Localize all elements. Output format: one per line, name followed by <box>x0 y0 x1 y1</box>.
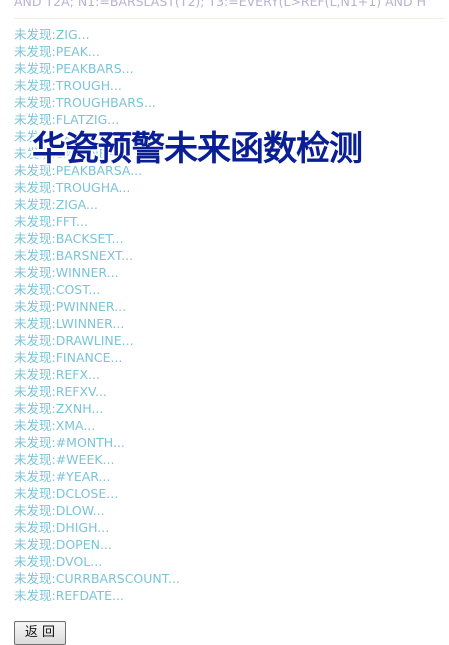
result-item: 未发现:TROUGH... <box>14 78 122 93</box>
result-item: 未发现:DVOL... <box>14 554 103 569</box>
result-item: 未发现:DLOW... <box>14 503 105 518</box>
result-item: 未发现:#YEAR... <box>14 469 111 484</box>
result-item: 未发现:ZIGA... <box>14 197 98 212</box>
divider <box>14 18 444 19</box>
result-item: 未发现:XMA... <box>14 418 96 433</box>
result-item: 未发现:REFXV... <box>14 384 107 399</box>
result-item: 未发现:REFX... <box>14 367 100 382</box>
result-item: 未发现:FFT... <box>14 214 88 229</box>
result-item: 未发现:CURRBARSCOUNT... <box>14 571 180 586</box>
formula-code-line: AND T2A; N1:=BARSLAST(T2); T3:=EVERY(L>R… <box>14 0 426 9</box>
result-item: 未发现:COST... <box>14 282 101 297</box>
result-item: 未发现:BARSNEXT... <box>14 248 134 263</box>
result-item: 未发现:DRAWLINE... <box>14 333 134 348</box>
result-item: 未发现:DOPEN... <box>14 537 112 552</box>
result-item: 未发现:FLATZIG... <box>14 112 120 127</box>
result-item: 未发现:PWINNER... <box>14 299 127 314</box>
result-item: 未发现:FINANCE... <box>14 350 123 365</box>
page-title-overlay: 华瓷预警未来函数检测 <box>32 129 363 169</box>
result-item: 未发现:#MONTH... <box>14 435 125 450</box>
result-item: 未发现:REFDATE... <box>14 588 124 603</box>
result-item: 未发现:DHIGH... <box>14 520 110 535</box>
result-item: 未发现:BACKSET... <box>14 231 124 246</box>
result-item: 未发现:ZXNH... <box>14 401 104 416</box>
result-item: 未发现:LWINNER... <box>14 316 125 331</box>
result-item: 未发现:WINNER... <box>14 265 119 280</box>
detection-result-list: 未发现:ZIG... 未发现:PEAK... 未发现:PEAKBARS... 未… <box>14 26 180 604</box>
result-item: 未发现:TROUGHA... <box>14 180 131 195</box>
result-item: 未发现:DCLOSE... <box>14 486 119 501</box>
result-item: 未发现:#WEEK... <box>14 452 115 467</box>
result-item: 未发现:PEAK... <box>14 44 100 59</box>
result-item: 未发现:PEAKBARS... <box>14 61 134 76</box>
back-button[interactable]: 返 回 <box>14 621 66 645</box>
result-item: 未发现:ZIG... <box>14 27 90 42</box>
result-item: 未发现:TROUGHBARS... <box>14 95 156 110</box>
